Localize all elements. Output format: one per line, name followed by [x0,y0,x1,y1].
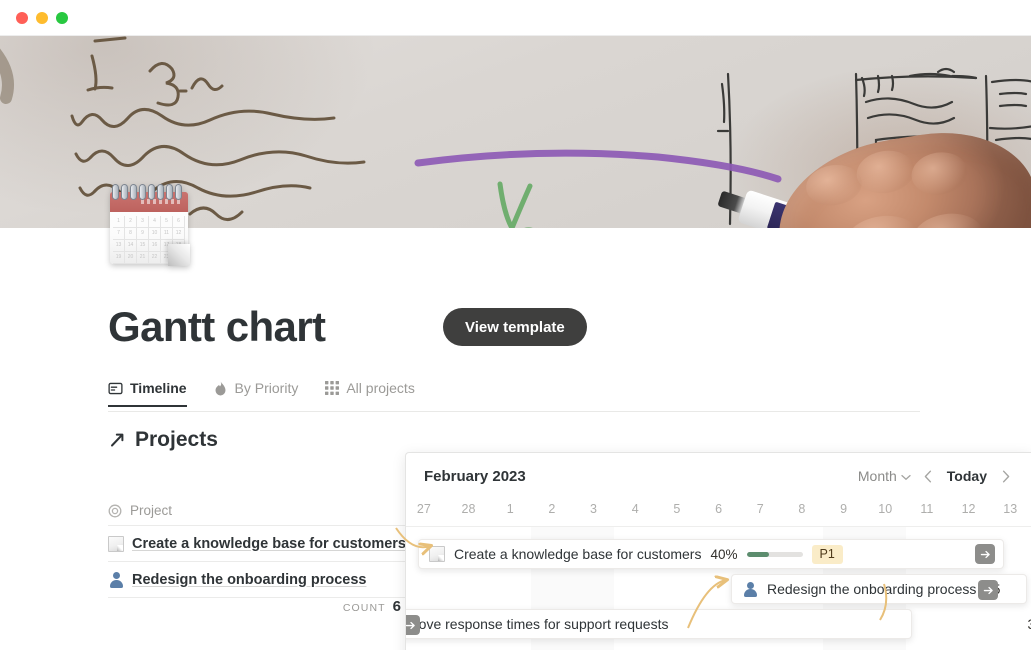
priority-badge: P1 [811,544,843,564]
progress-bar [746,551,803,557]
timeline-day: 2 [548,502,556,516]
timeline-day: 11 [920,502,934,516]
window-titlebar [0,0,1031,36]
tab-by-priority[interactable]: By Priority [213,380,299,405]
minimize-window-button[interactable] [36,11,48,24]
arrow-right-icon[interactable] [406,615,420,635]
timeline-day: 1 [506,502,514,516]
timeline-day: 7 [756,502,764,516]
timeline-day: 9 [840,502,848,516]
timeline-scale-select[interactable]: Month [858,468,911,484]
timeline-bar-title: rove response times for support requests [414,616,669,632]
timeline-day: 3 [590,502,597,516]
timeline-nav-controls: Month Today [858,465,1017,487]
tab-all-projects-label: All projects [346,380,415,396]
page-emoji-icon [108,535,124,552]
timeline-month-label: February 2023 [424,467,526,485]
list-item-label: Create a knowledge base for customers [132,535,405,552]
timeline-day: 28 [461,502,476,516]
timeline-bar[interactable]: Create a knowledge base for customers 40… [418,539,1004,569]
list-column-header[interactable]: Project [108,496,405,526]
timeline-bar[interactable]: Redesign the onboarding process 75 [731,574,1027,604]
timeline-body: Create a knowledge base for customers 40… [406,527,1031,650]
bust-emoji-icon [108,572,124,588]
timeline-bar[interactable]: rove response times for support requests… [406,609,1031,639]
flame-icon [213,381,228,396]
timeline-day: 4 [631,502,639,516]
page-emoji-icon [429,546,445,562]
page-title: Gantt chart [108,303,326,350]
arrow-right-icon[interactable] [978,580,998,600]
tab-by-priority-label: By Priority [234,380,299,396]
timeline-day: 13 [1003,502,1018,516]
view-template-button[interactable]: View template [443,308,587,346]
app-window: JUL 123456 789101112 131415161718 192021… [0,0,1031,650]
view-tabs: Timeline By Priority All projects [108,380,920,412]
spiral-calendar-icon: JUL 123456 789101112 131415161718 192021… [108,182,192,266]
timeline-panel: February 2023 Month Today 27 28 1 2 3 4 … [405,452,1031,650]
count-value: 6 [392,598,401,615]
list-item[interactable]: Create a knowledge base for customers [108,526,405,562]
timeline-day: 8 [798,502,806,516]
timeline-next-button[interactable] [995,465,1017,487]
timeline-day: 10 [878,502,893,516]
projects-section-heading: Projects [108,428,218,452]
list-count-row[interactable]: Count 6 [108,598,405,628]
arrow-right-icon[interactable] [975,544,995,564]
projects-list: Project Create a knowledge base for cust… [108,496,405,628]
timeline-day: 27 [416,502,431,516]
timeline-bar-percent: 40% [710,546,738,562]
timeline-today-button[interactable]: Today [945,468,989,484]
timeline-toolbar: February 2023 Month Today [406,453,1031,499]
projects-heading-label: Projects [135,428,218,451]
timeline-bar-title: Redesign the onboarding process [767,581,977,597]
timeline-day: 6 [715,502,723,516]
zoom-window-button[interactable] [56,11,68,24]
timeline-day: 12 [961,502,976,516]
close-window-button[interactable] [16,11,28,24]
timeline-bar-percent: 33.3% [1027,617,1031,632]
list-item[interactable]: Redesign the onboarding process [108,562,405,598]
timeline-icon [108,381,123,396]
page-content: Gantt chart View template Timeline By Pr… [0,228,1031,650]
list-column-header-label: Project [130,503,173,518]
tab-timeline[interactable]: Timeline [108,380,187,407]
timeline-prev-button[interactable] [917,465,939,487]
hammer-icon [108,431,126,449]
list-item-label: Redesign the onboarding process [132,571,367,588]
timeline-scale-label: Month [857,468,897,484]
timeline-bar-title: Create a knowledge base for customers [454,546,702,562]
bust-emoji-icon [742,581,758,597]
tab-all-projects[interactable]: All projects [324,380,415,405]
timeline-day: 5 [673,502,681,516]
page-title-row: Gantt chart [108,303,326,350]
chevron-down-icon [901,468,911,484]
count-label: Count [342,602,386,614]
target-icon [108,504,122,518]
tab-timeline-label: Timeline [130,380,187,396]
traffic-lights [16,11,68,24]
timeline-day-header: 27 28 1 2 3 4 5 6 7 8 9 10 11 12 13 [406,499,1031,527]
grid-icon [324,381,339,396]
